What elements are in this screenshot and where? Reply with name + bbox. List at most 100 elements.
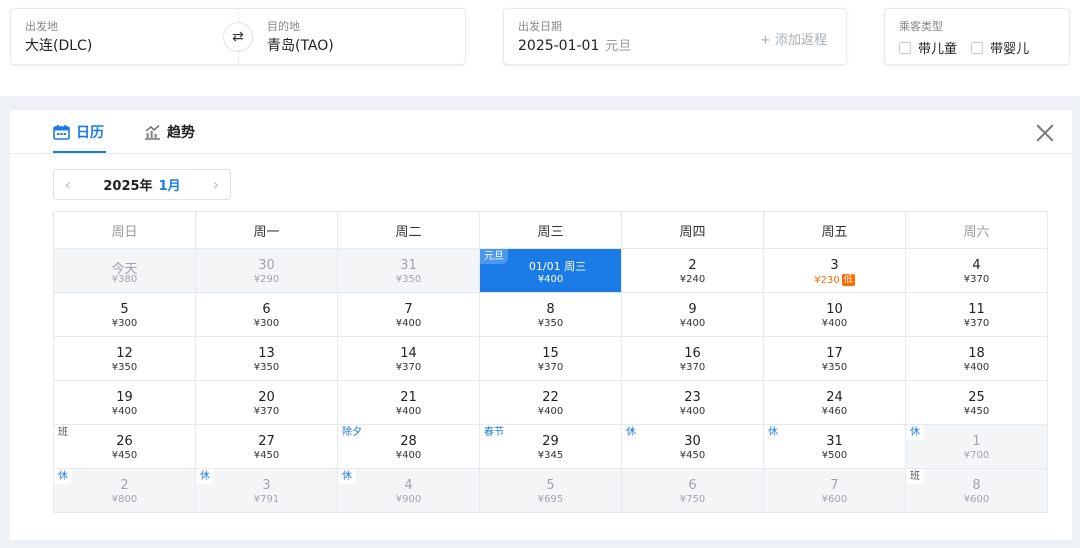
day-price-row: ¥450	[906, 406, 1047, 417]
day-price: ¥400	[537, 274, 564, 285]
day-number: 28	[400, 434, 417, 449]
infant-label: 带婴儿	[990, 42, 1030, 57]
close-icon[interactable]	[1034, 122, 1056, 144]
calendar-day[interactable]: 11 ¥370	[906, 293, 1048, 337]
calendar-day[interactable]: 今天 ¥380	[54, 249, 196, 293]
tab-trend[interactable]: 趋势	[144, 122, 195, 142]
day-number: 9	[688, 302, 697, 317]
day-price-row: ¥400	[480, 274, 621, 285]
calendar-day-selected[interactable]: 元旦 01/01 周三 ¥400	[480, 249, 622, 293]
day-price-row: ¥370	[338, 362, 479, 373]
day-price-row: ¥700	[906, 450, 1047, 461]
day-price: ¥380	[111, 274, 138, 285]
month-label: 1月	[158, 179, 181, 194]
day-price: ¥600	[963, 494, 990, 505]
calendar-day[interactable]: 5 ¥300	[54, 293, 196, 337]
calendar-day[interactable]: 21 ¥400	[338, 381, 480, 425]
calendar-day[interactable]: 16 ¥370	[622, 337, 764, 381]
calendar-day[interactable]: 12 ¥350	[54, 337, 196, 381]
child-label: 带儿童	[918, 42, 958, 57]
calendar-day[interactable]: 25 ¥450	[906, 381, 1048, 425]
day-price-row: ¥450	[196, 450, 337, 461]
calendar-day[interactable]: 13 ¥350	[196, 337, 338, 381]
day-price-row: ¥500	[764, 450, 905, 461]
calendar-day[interactable]: 6 ¥750	[622, 469, 764, 513]
date-field[interactable]: 2025-01-01 元旦	[518, 35, 631, 54]
calendar-day[interactable]: 8 ¥350	[480, 293, 622, 337]
calendar-week: 12 ¥350 13 ¥350 14 ¥370 15 ¥370 16 ¥370 17 ¥350 18 ¥4…	[54, 337, 1048, 381]
day-number: 01/01 周三	[528, 260, 587, 273]
calendar-day[interactable]: 19 ¥400	[54, 381, 196, 425]
add-return-button[interactable]: + 添加返程	[760, 29, 827, 48]
calendar-day[interactable]: 班 8 ¥600	[906, 469, 1048, 513]
calendar-day[interactable]: 31 ¥350	[338, 249, 480, 293]
calendar-day[interactable]: 春节 29 ¥345	[480, 425, 622, 469]
from-field[interactable]: 大连(DLC)	[25, 35, 92, 55]
calendar-day[interactable]: 14 ¥370	[338, 337, 480, 381]
day-price-row: ¥350	[54, 362, 195, 373]
day-number: 26	[116, 434, 133, 449]
active-tab-indicator	[53, 151, 106, 153]
day-price: ¥370	[963, 274, 990, 285]
day-price-row: ¥240	[622, 274, 763, 285]
month-title: 2025年 1月	[82, 175, 202, 194]
calendar-week: 19 ¥400 20 ¥370 21 ¥400 22 ¥400 23 ¥400 24 ¥460 25 ¥4…	[54, 381, 1048, 425]
calendar-day[interactable]: 休 1 ¥700	[906, 425, 1048, 469]
day-price: ¥350	[395, 274, 422, 285]
day-price: ¥370	[679, 362, 706, 373]
day-price: ¥450	[679, 450, 706, 461]
calendar-day[interactable]: 27 ¥450	[196, 425, 338, 469]
calendar-day[interactable]: 22 ¥400	[480, 381, 622, 425]
day-number: 5	[120, 302, 129, 317]
tab-calendar[interactable]: 日历	[53, 122, 104, 142]
calendar-day[interactable]: 24 ¥460	[764, 381, 906, 425]
calendar-day[interactable]: 休 2 ¥800	[54, 469, 196, 513]
calendar-day[interactable]: 休 3 ¥791	[196, 469, 338, 513]
calendar-day[interactable]: 班 26 ¥450	[54, 425, 196, 469]
calendar-day[interactable]: 23 ¥400	[622, 381, 764, 425]
day-price-row: ¥345	[480, 450, 621, 461]
calendar-day[interactable]: 休 4 ¥900	[338, 469, 480, 513]
next-month-button[interactable]: ›	[202, 175, 230, 194]
calendar-day[interactable]: 10 ¥400	[764, 293, 906, 337]
calendar-day[interactable]: 7 ¥400	[338, 293, 480, 337]
infant-checkbox[interactable]: 带婴儿	[971, 42, 1029, 57]
day-number: 10	[826, 302, 843, 317]
day-price: ¥370	[963, 318, 990, 329]
calendar-day[interactable]: 4 ¥370	[906, 249, 1048, 293]
to-field[interactable]: 青岛(TAO)	[267, 35, 334, 55]
day-price-row: ¥350	[480, 318, 621, 329]
child-checkbox[interactable]: 带儿童	[899, 42, 957, 57]
calendar-day[interactable]: 9 ¥400	[622, 293, 764, 337]
calendar-day[interactable]: 6 ¥300	[196, 293, 338, 337]
calendar-day[interactable]: 休 31 ¥500	[764, 425, 906, 469]
calendar-day[interactable]: 20 ¥370	[196, 381, 338, 425]
day-price-row: ¥800	[54, 494, 195, 505]
swap-button[interactable]: ⇄	[223, 22, 253, 52]
calendar-day[interactable]: 17 ¥350	[764, 337, 906, 381]
calendar-day[interactable]: 15 ¥370	[480, 337, 622, 381]
weekday-label: 周五	[764, 212, 906, 249]
calendar-day[interactable]: 除夕 28 ¥400	[338, 425, 480, 469]
calendar-day[interactable]: 7 ¥600	[764, 469, 906, 513]
day-price: ¥600	[821, 494, 848, 505]
day-number: 7	[404, 302, 413, 317]
checkbox-icon	[971, 42, 984, 54]
day-number: 19	[116, 390, 133, 405]
calendar-day[interactable]: 18 ¥400	[906, 337, 1048, 381]
day-number: 3	[262, 478, 271, 493]
calendar-day[interactable]: 30 ¥290	[196, 249, 338, 293]
calendar-day[interactable]: 休 30 ¥450	[622, 425, 764, 469]
calendar-day[interactable]: 3 ¥230 低	[764, 249, 906, 293]
tab-bar: 日历 趋势	[10, 110, 1072, 154]
prev-month-button[interactable]: ‹	[54, 175, 82, 194]
calendar-day[interactable]: 2 ¥240	[622, 249, 764, 293]
day-price-row: ¥300	[54, 318, 195, 329]
day-price-row: ¥791	[196, 494, 337, 505]
day-price-row: ¥370	[622, 362, 763, 373]
day-number: 5	[546, 478, 555, 493]
calendar-day[interactable]: 5 ¥695	[480, 469, 622, 513]
day-price: ¥750	[679, 494, 706, 505]
day-price-row: ¥400	[480, 406, 621, 417]
passenger-card: 乘客类型 带儿童 带婴儿	[884, 8, 1070, 65]
